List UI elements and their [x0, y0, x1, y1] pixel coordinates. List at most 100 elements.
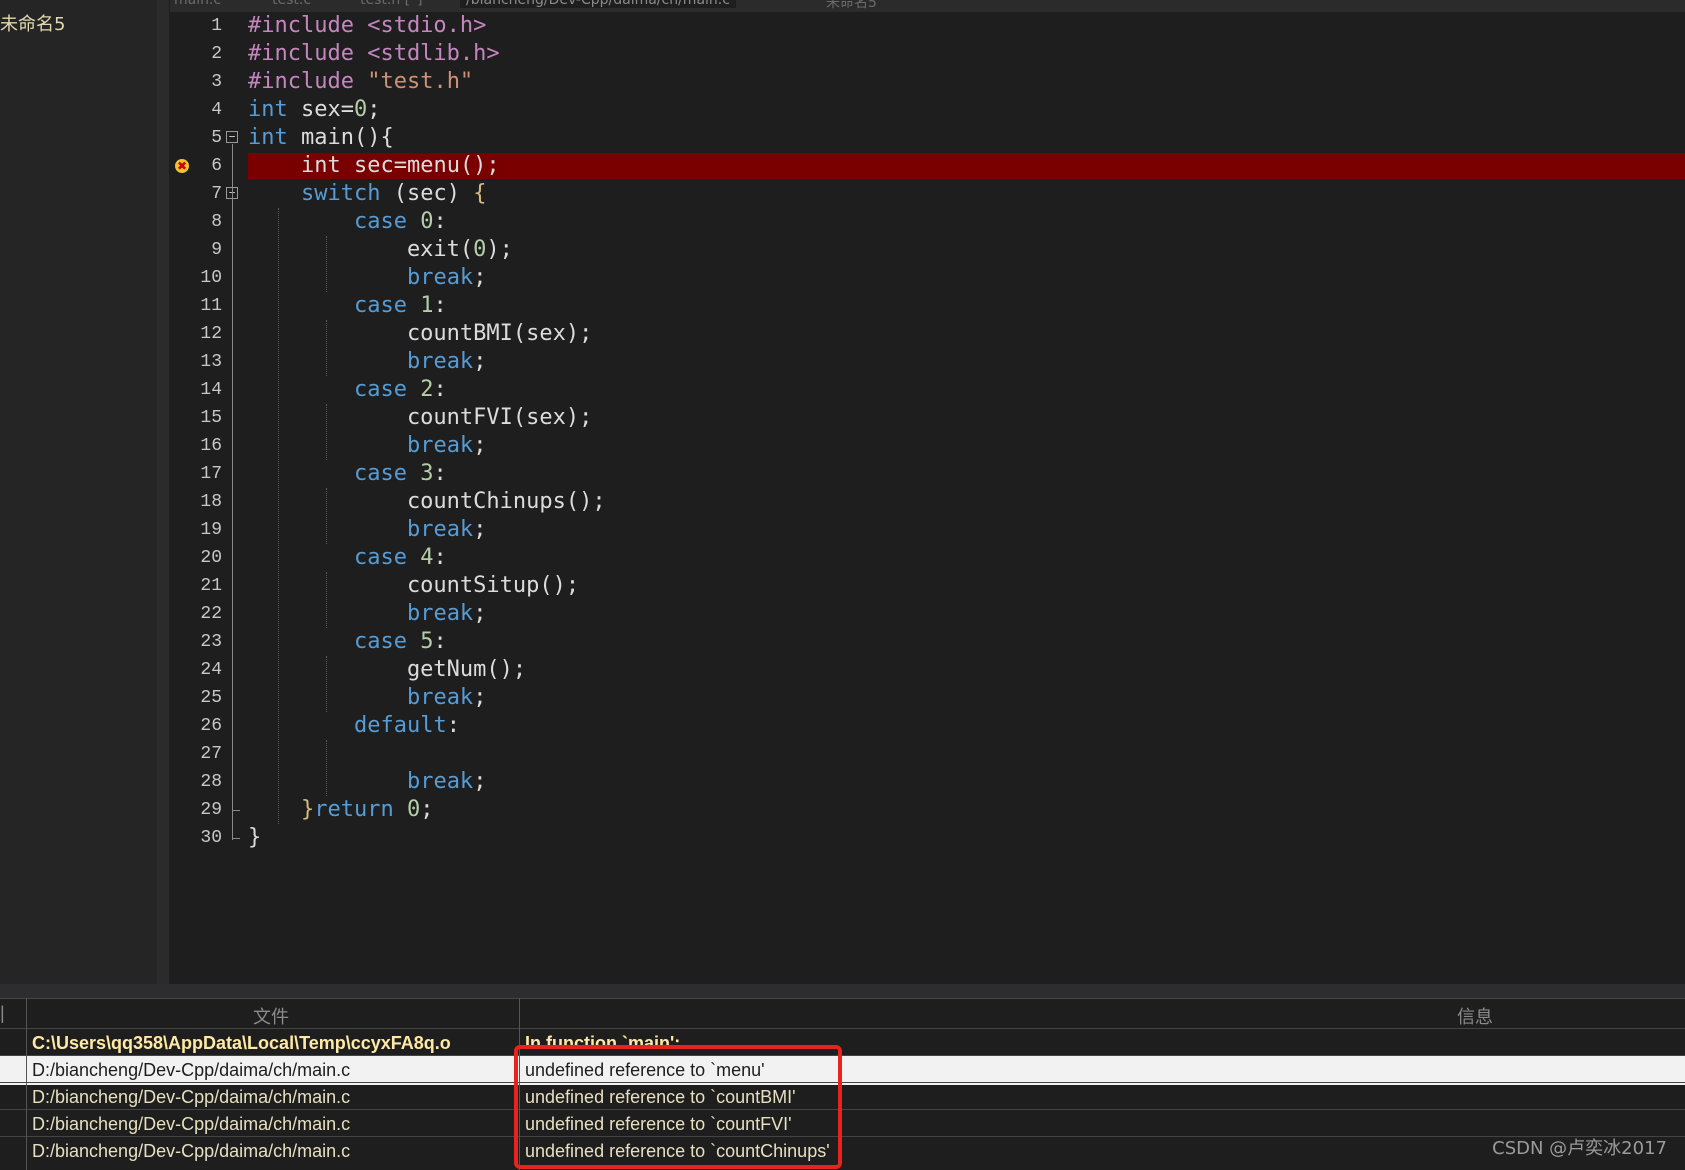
code-line[interactable]: 27: [170, 740, 1685, 768]
indent-guide: [278, 208, 279, 824]
code-text: }: [248, 825, 262, 850]
line-number: 18: [200, 492, 222, 512]
indent-guide: [326, 488, 327, 544]
code-line[interactable]: 3 #include "test.h": [170, 68, 1685, 96]
code-line[interactable]: 22 break;: [170, 600, 1685, 628]
file-column-header[interactable]: 文件: [253, 1003, 289, 1029]
code-text: break;: [406, 769, 487, 794]
fold-gutter-line: [232, 144, 233, 840]
code-line[interactable]: 15 countFVI(sex);: [170, 404, 1685, 432]
indent-guide: [326, 656, 327, 712]
code-line[interactable]: 24 getNum();: [170, 656, 1685, 684]
line-number: 21: [200, 576, 222, 596]
line-number: 17: [200, 464, 222, 484]
code-line[interactable]: 19 break;: [170, 516, 1685, 544]
code-line[interactable]: 21 countSitup();: [170, 572, 1685, 600]
code-line[interactable]: 11 case 1:: [170, 292, 1685, 320]
code-text: #include <stdio.h>: [248, 13, 487, 38]
output-table-header: | 文件 信息: [0, 998, 1685, 1029]
code-line[interactable]: 30}: [170, 824, 1685, 852]
code-line[interactable]: 29 }return 0;: [170, 796, 1685, 824]
line-number: 1: [211, 16, 222, 36]
code-text: break;: [406, 349, 487, 374]
line-number: 12: [200, 324, 222, 344]
panel-splitter[interactable]: [0, 984, 1685, 998]
code-text: #include "test.h": [248, 69, 474, 94]
line-number: 20: [200, 548, 222, 568]
code-line[interactable]: 1 #include <stdio.h>: [170, 12, 1685, 40]
code-text: break;: [406, 601, 487, 626]
code-line[interactable]: 7− switch (sec) {: [170, 180, 1685, 208]
code-text: countChinups();: [248, 489, 606, 514]
code-line[interactable]: 18 countChinups();: [170, 488, 1685, 516]
compiler-message-row[interactable]: D:/biancheng/Dev-Cpp/daima/ch/main.c unde…: [0, 1055, 1685, 1085]
code-text: switch (sec) {: [300, 181, 487, 206]
fold-gutter-end: [232, 838, 240, 839]
code-text: break;: [406, 685, 487, 710]
code-text: break;: [406, 433, 487, 458]
message-file: D:/biancheng/Dev-Cpp/daima/ch/main.c: [32, 1087, 351, 1107]
code-text: int sec=menu();: [300, 153, 500, 178]
line-number: 10: [200, 268, 222, 288]
code-line[interactable]: 17 case 3:: [170, 460, 1685, 488]
code-text: getNum();: [248, 657, 527, 682]
code-line[interactable]: 8 case 0:: [170, 208, 1685, 236]
code-text: int main(){: [248, 125, 394, 150]
code-line[interactable]: 28 break;: [170, 768, 1685, 796]
indent-guide: [326, 320, 327, 376]
code-line[interactable]: 9 exit(0);: [170, 236, 1685, 264]
line-column-header-fragment: |: [0, 1003, 5, 1023]
line-number: 4: [211, 100, 222, 120]
code-text: countSitup();: [248, 573, 580, 598]
code-text: exit(0);: [248, 237, 513, 262]
code-line[interactable]: 10 break;: [170, 264, 1685, 292]
line-number: 8: [211, 212, 222, 232]
message-file: D:/biancheng/Dev-Cpp/daima/ch/main.c: [32, 1060, 351, 1080]
fold-gutter-end: [232, 810, 240, 811]
project-tree-item[interactable]: 未命名5: [0, 10, 65, 36]
compiler-message-row[interactable]: D:/biancheng/Dev-Cpp/daima/ch/main.c unde…: [0, 1082, 1685, 1112]
line-number: 25: [200, 688, 222, 708]
tab-main-c-path[interactable]: /biancheng/Dev-Cpp/daima/ch/main.c: [460, 0, 736, 8]
code-text: int sex=0;: [248, 97, 381, 122]
line-number: 28: [200, 772, 222, 792]
line-number: 11: [200, 296, 222, 316]
compiler-message-row[interactable]: C:\Users\qq358\AppData\Local\Temp\ccyxFA…: [0, 1028, 1685, 1058]
indent-guide: [326, 740, 327, 796]
compiler-message-row[interactable]: D:/biancheng/Dev-Cpp/daima/ch/main.c unde…: [0, 1109, 1685, 1139]
code-line[interactable]: 14 case 2:: [170, 376, 1685, 404]
code-text: break;: [406, 517, 487, 542]
indent-guide: [326, 404, 327, 460]
code-text: #include <stdlib.h>: [248, 41, 500, 66]
code-line[interactable]: 13 break;: [170, 348, 1685, 376]
line-number: 3: [211, 72, 222, 92]
sidebar-splitter[interactable]: [157, 0, 169, 984]
line-number: 19: [200, 520, 222, 540]
line-number: 30: [200, 828, 222, 848]
code-line[interactable]: 4 int sex=0;: [170, 96, 1685, 124]
code-editor[interactable]: 1 #include <stdio.h> 2 #include <stdlib.h> 3…: [170, 12, 1685, 984]
code-line[interactable]: 25 break;: [170, 684, 1685, 712]
code-text: countFVI(sex);: [248, 405, 593, 430]
tab-test-h[interactable]: test.h [*]: [360, 0, 423, 8]
code-line[interactable]: 16 break;: [170, 432, 1685, 460]
info-column-header[interactable]: 信息: [1457, 1003, 1493, 1029]
line-number: 5: [211, 128, 222, 148]
code-line[interactable]: 2 #include <stdlib.h>: [170, 40, 1685, 68]
line-number: 24: [200, 660, 222, 680]
code-line[interactable]: ✖ 6 int sec=menu();: [170, 152, 1685, 180]
code-line[interactable]: 12 countBMI(sex);: [170, 320, 1685, 348]
code-line[interactable]: 23 case 5:: [170, 628, 1685, 656]
code-line[interactable]: 5− int main(){: [170, 124, 1685, 152]
code-line[interactable]: 26 default:: [170, 712, 1685, 740]
tab-untitled5[interactable]: 未命名5: [826, 0, 877, 12]
line-number: 2: [211, 44, 222, 64]
code-line[interactable]: 20 case 4:: [170, 544, 1685, 572]
code-text: countBMI(sex);: [248, 321, 593, 346]
line-number: 7: [211, 184, 222, 204]
compiler-message-row[interactable]: D:/biancheng/Dev-Cpp/daima/ch/main.c unde…: [0, 1136, 1685, 1166]
fold-toggle-icon[interactable]: −: [226, 131, 238, 143]
tab-test-c[interactable]: test.c: [272, 0, 311, 8]
line-number: 6: [211, 156, 222, 176]
tab-main-c[interactable]: main.c: [174, 0, 221, 8]
